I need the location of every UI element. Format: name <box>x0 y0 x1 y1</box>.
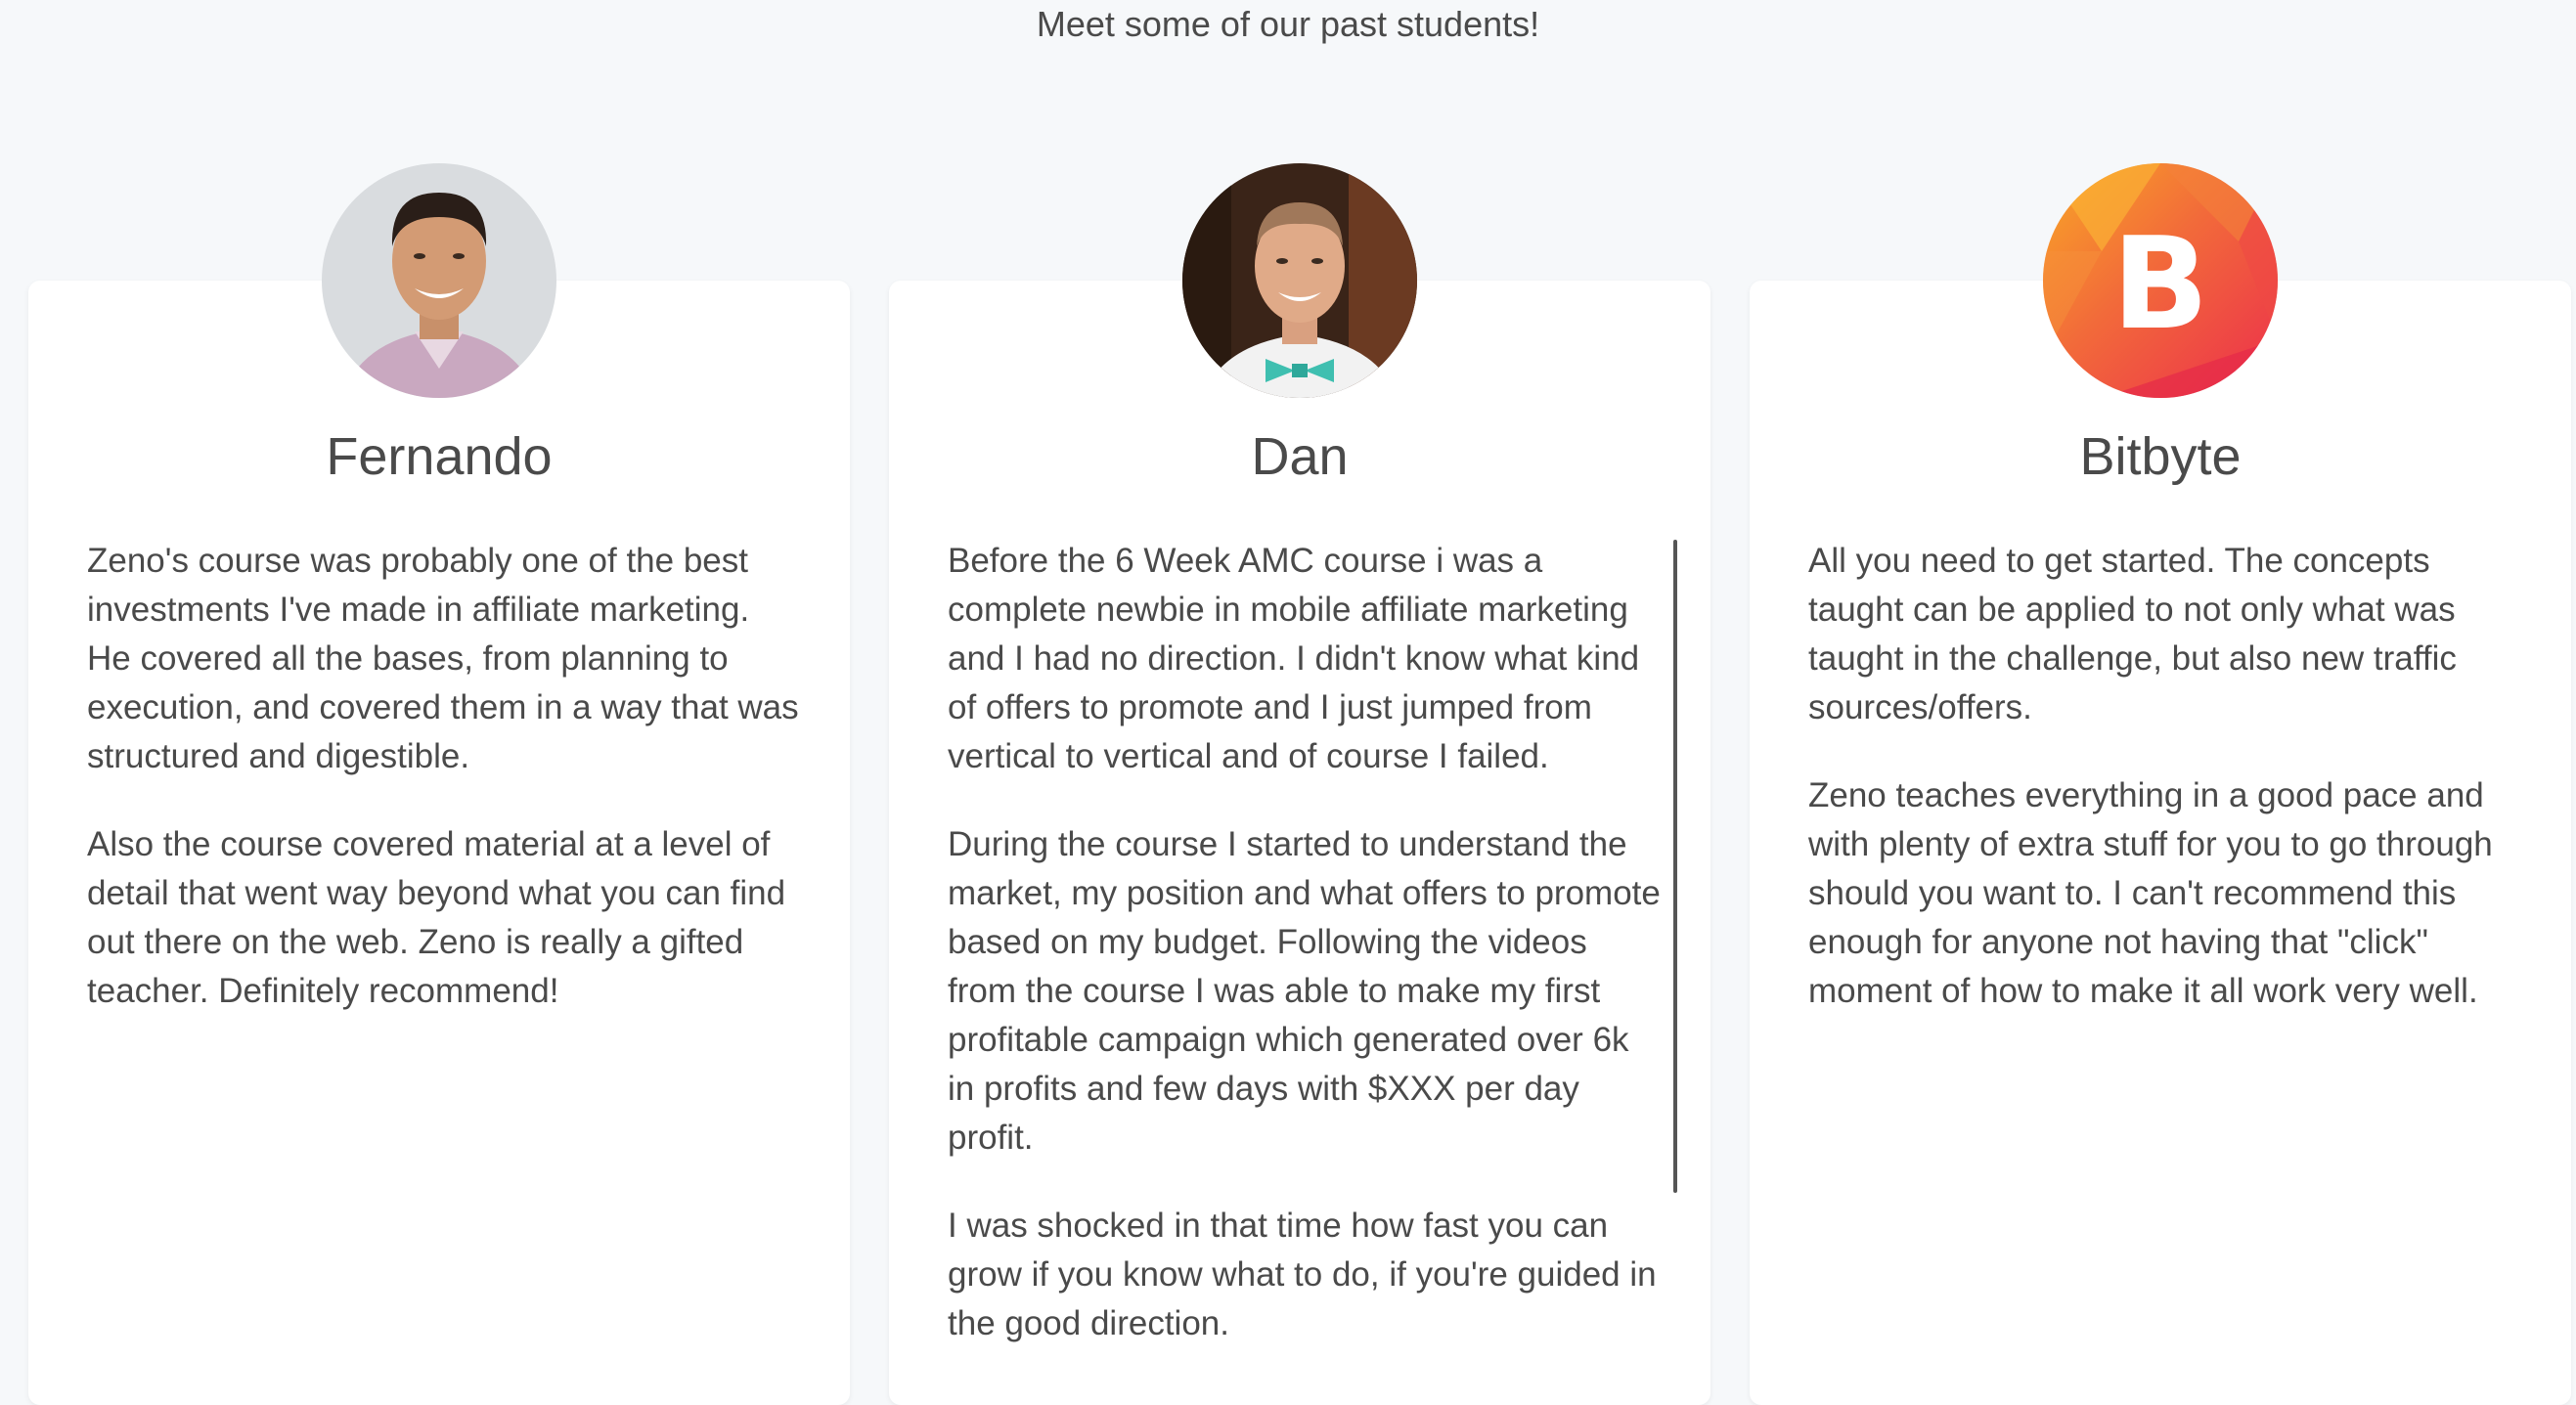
testimonial-text: Before the 6 Week AMC course i was a com… <box>948 537 1662 1387</box>
testimonial-paragraph: Also the course covered material at a le… <box>87 825 786 1010</box>
testimonial-paragraph: Zeno teaches everything in a good pace a… <box>1808 776 2493 1010</box>
person-photo-icon <box>1182 163 1417 398</box>
testimonial-text: Zeno's course was probably one of the be… <box>87 537 801 1055</box>
bitbyte-logo-icon: B <box>2043 163 2278 398</box>
testimonial-name: Dan <box>1251 427 1349 486</box>
testimonial-card-fernando: Fernando Zeno's course was probably one … <box>28 163 850 1405</box>
testimonial-paragraph: During the course I started to understan… <box>948 825 1661 1157</box>
testimonial-name: Fernando <box>326 427 553 486</box>
testimonial-paragraph: All you need to get started. The concept… <box>1808 542 2457 726</box>
testimonial-paragraph: Zeno's course was probably one of the be… <box>87 542 799 775</box>
testimonial-card-dan: Dan Before the 6 Week AMC course i was a… <box>889 163 1710 1405</box>
testimonial-paragraph: Before the 6 Week AMC course i was a com… <box>948 542 1640 775</box>
person-photo-icon <box>322 163 556 398</box>
section-heading: Meet some of our past students! <box>1036 4 1540 44</box>
scrollbar[interactable] <box>1673 540 1677 1193</box>
testimonial-name: Bitbyte <box>2079 427 2242 486</box>
testimonial-text: All you need to get started. The concept… <box>1808 537 2522 1055</box>
logo-letter: B <box>2111 209 2208 358</box>
testimonial-paragraph: I was shocked in that time how fast you … <box>948 1207 1657 1342</box>
testimonial-card-bitbyte: B Bitbyte All you need to get started. T… <box>1750 163 2571 1405</box>
